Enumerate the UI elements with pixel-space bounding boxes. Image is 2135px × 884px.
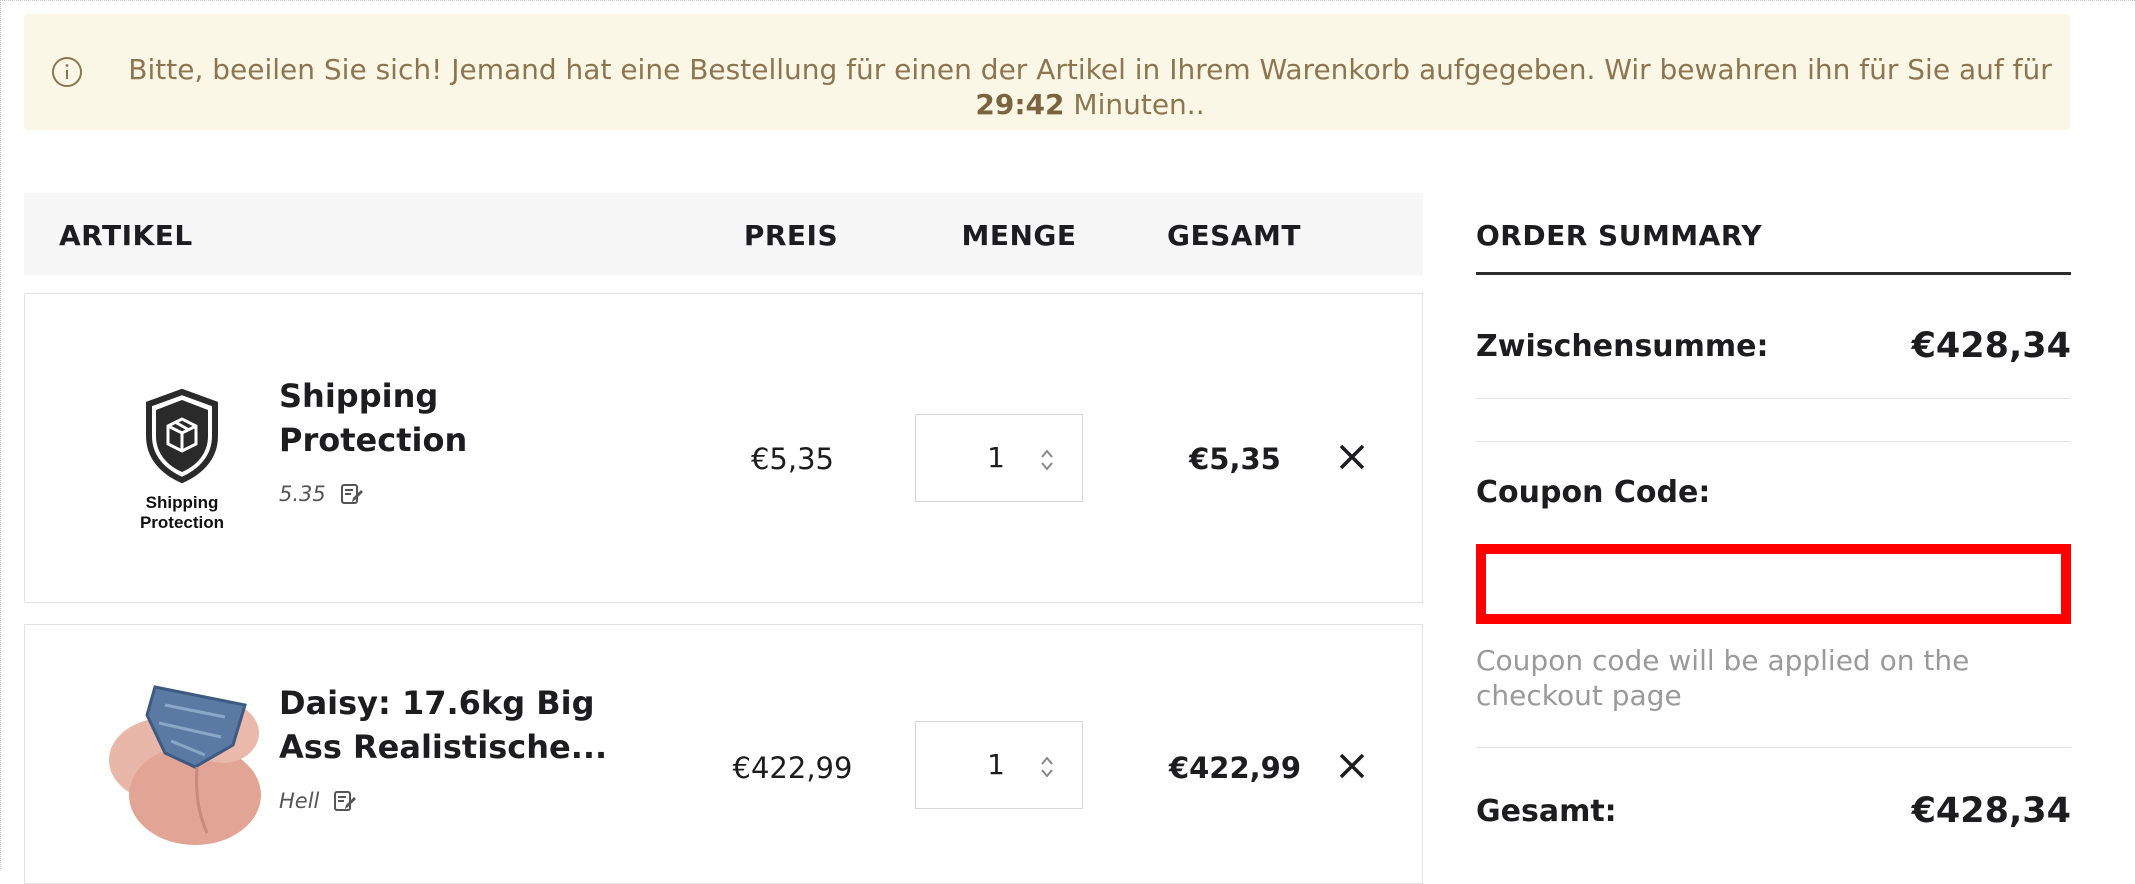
header-menge: MENGE	[961, 219, 1077, 252]
total-row: Gesamt: €428,34	[1476, 791, 2071, 831]
stepper-arrows-icon[interactable]	[1040, 447, 1054, 473]
quantity-value[interactable]: 1	[976, 441, 1016, 474]
stepper-arrows-icon[interactable]	[1040, 754, 1054, 780]
summary-title: ORDER SUMMARY	[1476, 219, 1763, 252]
cart-table-header: ARTIKEL PREIS MENGE GESAMT	[24, 193, 1423, 275]
coupon-code-input[interactable]	[1476, 544, 2071, 624]
line-total: €422,99	[1168, 751, 1302, 785]
thumb-label-2: Protection	[140, 513, 224, 532]
divider	[1476, 441, 2071, 442]
header-preis: PREIS	[743, 219, 839, 252]
subtotal-row: Zwischensumme: €428,34	[1476, 326, 2071, 366]
thumb-label-1: Shipping	[146, 493, 219, 512]
quantity-stepper[interactable]: 1	[915, 721, 1083, 809]
total-label: Gesamt:	[1476, 794, 1617, 829]
divider	[1476, 747, 2071, 748]
edit-icon[interactable]	[340, 482, 364, 506]
remove-item-icon[interactable]	[1335, 749, 1369, 783]
hurry-notice: Bitte, beeilen Sie sich! Jemand hat eine…	[24, 14, 2070, 130]
variant-label: Hell	[279, 789, 320, 813]
info-icon	[52, 57, 82, 87]
product-variant: 5.35	[279, 482, 364, 506]
subtotal-value: €428,34	[1911, 326, 2071, 366]
unit-price: €422,99	[732, 751, 853, 785]
quantity-stepper[interactable]: 1	[915, 414, 1083, 502]
product-name[interactable]: Daisy: 17.6kg Big Ass Realistische...	[279, 681, 609, 769]
cart-row: Daisy: 17.6kg Big Ass Realistische... He…	[24, 624, 1423, 884]
notice-text-after: Minuten..	[1073, 88, 1205, 121]
product-variant: Hell	[279, 789, 357, 813]
coupon-note: Coupon code will be applied on the check…	[1476, 644, 1970, 712]
edit-icon[interactable]	[333, 789, 357, 813]
variant-label: 5.35	[279, 482, 326, 506]
header-gesamt: GESAMT	[1167, 219, 1301, 252]
total-value: €428,34	[1911, 791, 2071, 831]
subtotal-label: Zwischensumme:	[1476, 329, 1769, 364]
header-artikel: ARTIKEL	[59, 219, 193, 252]
product-name[interactable]: Shipping Protection	[279, 374, 609, 462]
reservation-timer: 29:42	[975, 88, 1065, 121]
unit-price: €5,35	[750, 442, 835, 476]
notice-text: Bitte, beeilen Sie sich! Jemand hat eine…	[110, 52, 2070, 122]
product-image[interactable]	[95, 675, 270, 850]
summary-divider	[1476, 272, 2071, 275]
shipping-protection-image[interactable]: Shipping Protection	[95, 374, 270, 549]
notice-text-before: Bitte, beeilen Sie sich! Jemand hat eine…	[128, 53, 2052, 86]
remove-item-icon[interactable]	[1335, 440, 1369, 474]
quantity-value[interactable]: 1	[976, 748, 1016, 781]
line-total: €5,35	[1189, 442, 1281, 476]
coupon-label: Coupon Code:	[1476, 475, 1711, 510]
divider	[1476, 398, 2071, 399]
cart-row: Shipping Protection Shipping Protection …	[24, 293, 1423, 603]
